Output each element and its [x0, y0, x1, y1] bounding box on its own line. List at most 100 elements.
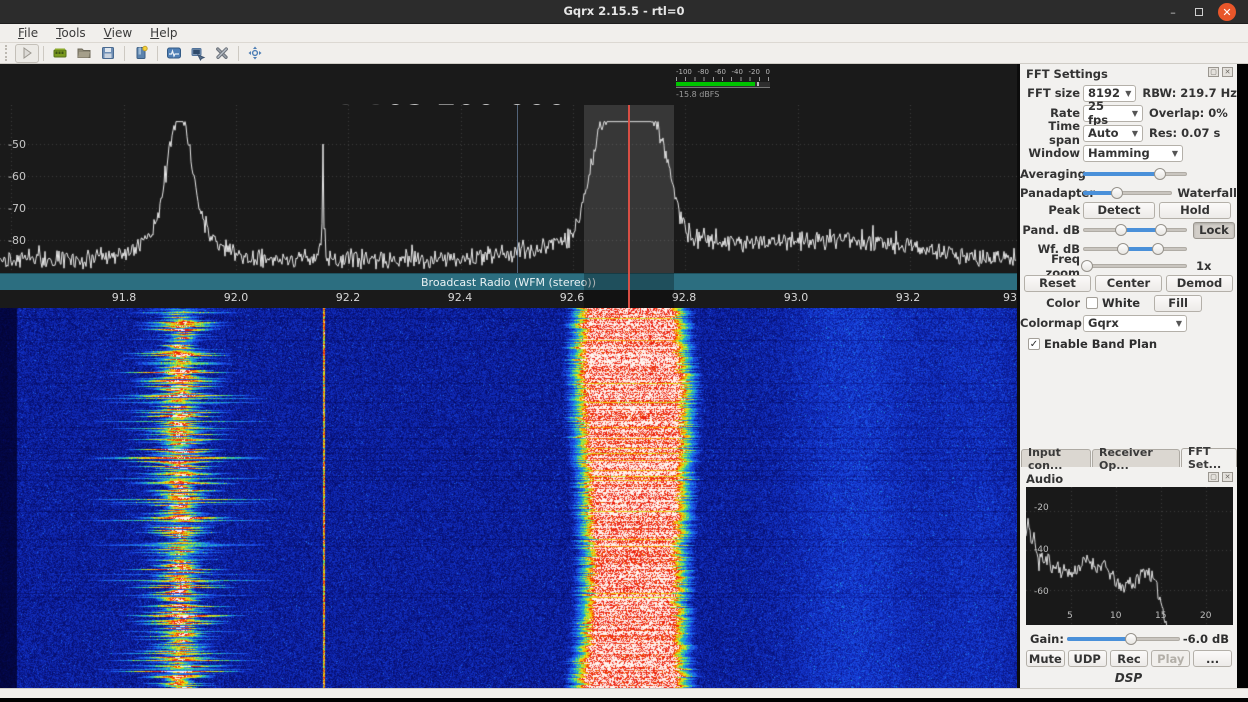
- remote-control-button[interactable]: [243, 44, 267, 63]
- tab-fft-settings[interactable]: FFT Set...: [1181, 448, 1237, 467]
- dsp-status-label: DSP: [1020, 671, 1237, 685]
- pan-xtick: 92.2: [336, 291, 361, 304]
- open-file-button[interactable]: [72, 44, 96, 63]
- time-span-combo[interactable]: Auto▼: [1083, 125, 1143, 142]
- time-span-label: Time span: [1020, 119, 1080, 147]
- save-file-button[interactable]: [96, 44, 120, 63]
- panadapter-split-label: Panadapter: [1020, 186, 1080, 200]
- frequency-scale[interactable]: [0, 290, 1017, 308]
- window-edge-gap: [1237, 64, 1248, 688]
- audio-panel-title: Audio: [1026, 472, 1063, 486]
- frequency-display[interactable]: 0 092.700.000 -100-80-60-40-200 -15.8 dB…: [0, 64, 1017, 105]
- tuning-line[interactable]: [628, 105, 630, 308]
- waterfall-display[interactable]: [0, 308, 1017, 688]
- peak-hold-button[interactable]: Hold: [1159, 202, 1231, 219]
- dock-close-icon[interactable]: ✕: [1222, 67, 1233, 77]
- pan-xtick: 93.2: [896, 291, 921, 304]
- crosshair-move-icon: [247, 45, 263, 61]
- device-config-button[interactable]: [48, 44, 72, 63]
- bookmark-tag-line: [517, 105, 518, 273]
- demod-button[interactable]: Demod: [1166, 275, 1233, 292]
- gain-label: Gain:: [1030, 632, 1064, 646]
- record-iq-button[interactable]: [186, 44, 210, 63]
- menubar: File Tools View Help: [0, 24, 1248, 43]
- gain-slider[interactable]: [1067, 632, 1180, 646]
- enable-band-plan-checkbox[interactable]: ✓: [1028, 338, 1040, 350]
- reset-button[interactable]: Reset: [1024, 275, 1091, 292]
- pand-db-lock-button[interactable]: Lock: [1193, 222, 1235, 239]
- minimize-button[interactable]: –: [1164, 3, 1182, 21]
- pan-xtick: 91.8: [112, 291, 137, 304]
- menu-view[interactable]: View: [96, 25, 140, 41]
- chevron-down-icon: ▼: [1120, 89, 1131, 98]
- window-title: Gqrx 2.15.5 - rtl=0: [0, 4, 1248, 18]
- computer-record-icon: [190, 45, 206, 61]
- folder-open-icon: [76, 45, 92, 61]
- play-button[interactable]: Play: [1151, 650, 1190, 667]
- bookmarks-button[interactable]: [129, 44, 153, 63]
- wf-db-range-slider[interactable]: [1083, 242, 1187, 256]
- colormap-combo[interactable]: Gqrx▼: [1083, 315, 1187, 332]
- chip-icon: [52, 45, 68, 61]
- rec-button[interactable]: Rec: [1110, 650, 1149, 667]
- waterfall-split-label: Waterfall: [1177, 186, 1237, 200]
- freq-zoom-slider[interactable]: [1083, 259, 1187, 273]
- rate-combo[interactable]: 25 fps▼: [1083, 105, 1143, 122]
- udp-button[interactable]: UDP: [1068, 650, 1107, 667]
- menu-file[interactable]: File: [10, 25, 46, 41]
- meter-tick-label: -100: [676, 69, 692, 76]
- pan-xtick: 92.8: [672, 291, 697, 304]
- toolbar-handle[interactable]: [5, 45, 12, 61]
- audio-ytick: -40: [1034, 545, 1049, 555]
- colormap-value: Gqrx: [1088, 316, 1119, 330]
- window-combo[interactable]: Hamming▼: [1083, 145, 1183, 162]
- mute-button[interactable]: Mute: [1026, 650, 1065, 667]
- enable-band-plan-label[interactable]: Enable Band Plan: [1044, 337, 1157, 351]
- overlap-info: Overlap: 0%: [1149, 106, 1228, 120]
- meter-tick-label: -20: [749, 69, 760, 76]
- white-checkbox-label[interactable]: White: [1102, 296, 1140, 310]
- gain-value: -6.0 dB: [1183, 632, 1229, 646]
- menu-help[interactable]: Help: [142, 25, 185, 41]
- fft-display-button[interactable]: [162, 44, 186, 63]
- res-info: Res: 0.07 s: [1149, 126, 1220, 140]
- gqrx-window: Gqrx 2.15.5 - rtl=0 – ✕ File Tools View …: [0, 0, 1248, 702]
- audio-xtick: 10: [1110, 611, 1121, 621]
- peak-detect-button[interactable]: Detect: [1083, 202, 1155, 219]
- meter-tick-label: -80: [697, 69, 708, 76]
- panadapter-plot[interactable]: [0, 105, 1017, 273]
- bookmark-icon: [133, 45, 149, 61]
- maximize-button[interactable]: [1190, 3, 1208, 21]
- audio-ytick: -20: [1034, 503, 1049, 513]
- pan-ytick: -60: [0, 170, 26, 183]
- dock-close-icon[interactable]: ✕: [1222, 472, 1233, 482]
- audio-ytick: -60: [1034, 587, 1049, 597]
- gain-row: Gain: -6.0 dB: [1020, 631, 1237, 647]
- signal-meter: -100-80-60-40-200 -15.8 dBFS: [676, 69, 770, 101]
- start-dsp-button[interactable]: [15, 44, 39, 63]
- center-button[interactable]: Center: [1095, 275, 1162, 292]
- tab-input-controls[interactable]: Input con...: [1021, 449, 1091, 467]
- meter-tick-label: -60: [714, 69, 725, 76]
- waveform-screen-icon: [166, 45, 182, 61]
- averaging-slider[interactable]: [1083, 167, 1187, 181]
- dock-float-icon[interactable]: ▢: [1208, 67, 1219, 77]
- pan-xtick: 93.0: [784, 291, 809, 304]
- audio-buttons: Mute UDP Rec Play ...: [1026, 650, 1232, 667]
- fft-settings-title: FFT Settings: [1026, 67, 1108, 81]
- fft-size-label: FFT size: [1020, 86, 1080, 100]
- statusbar: [0, 688, 1248, 698]
- close-button[interactable]: ✕: [1218, 3, 1236, 21]
- chevron-down-icon: ▼: [1127, 129, 1138, 138]
- fill-button[interactable]: Fill: [1154, 295, 1202, 312]
- tab-receiver-options[interactable]: Receiver Op...: [1092, 449, 1180, 467]
- pand-db-range-slider[interactable]: [1083, 223, 1187, 237]
- crossed-tools-icon: [214, 45, 230, 61]
- white-checkbox[interactable]: [1086, 297, 1098, 309]
- pan-waterfall-split-slider[interactable]: [1083, 186, 1172, 200]
- menu-tools[interactable]: Tools: [48, 25, 94, 41]
- tools-button[interactable]: [210, 44, 234, 63]
- bottom-edge: [0, 698, 1248, 702]
- dock-float-icon[interactable]: ▢: [1208, 472, 1219, 482]
- more-button[interactable]: ...: [1193, 650, 1232, 667]
